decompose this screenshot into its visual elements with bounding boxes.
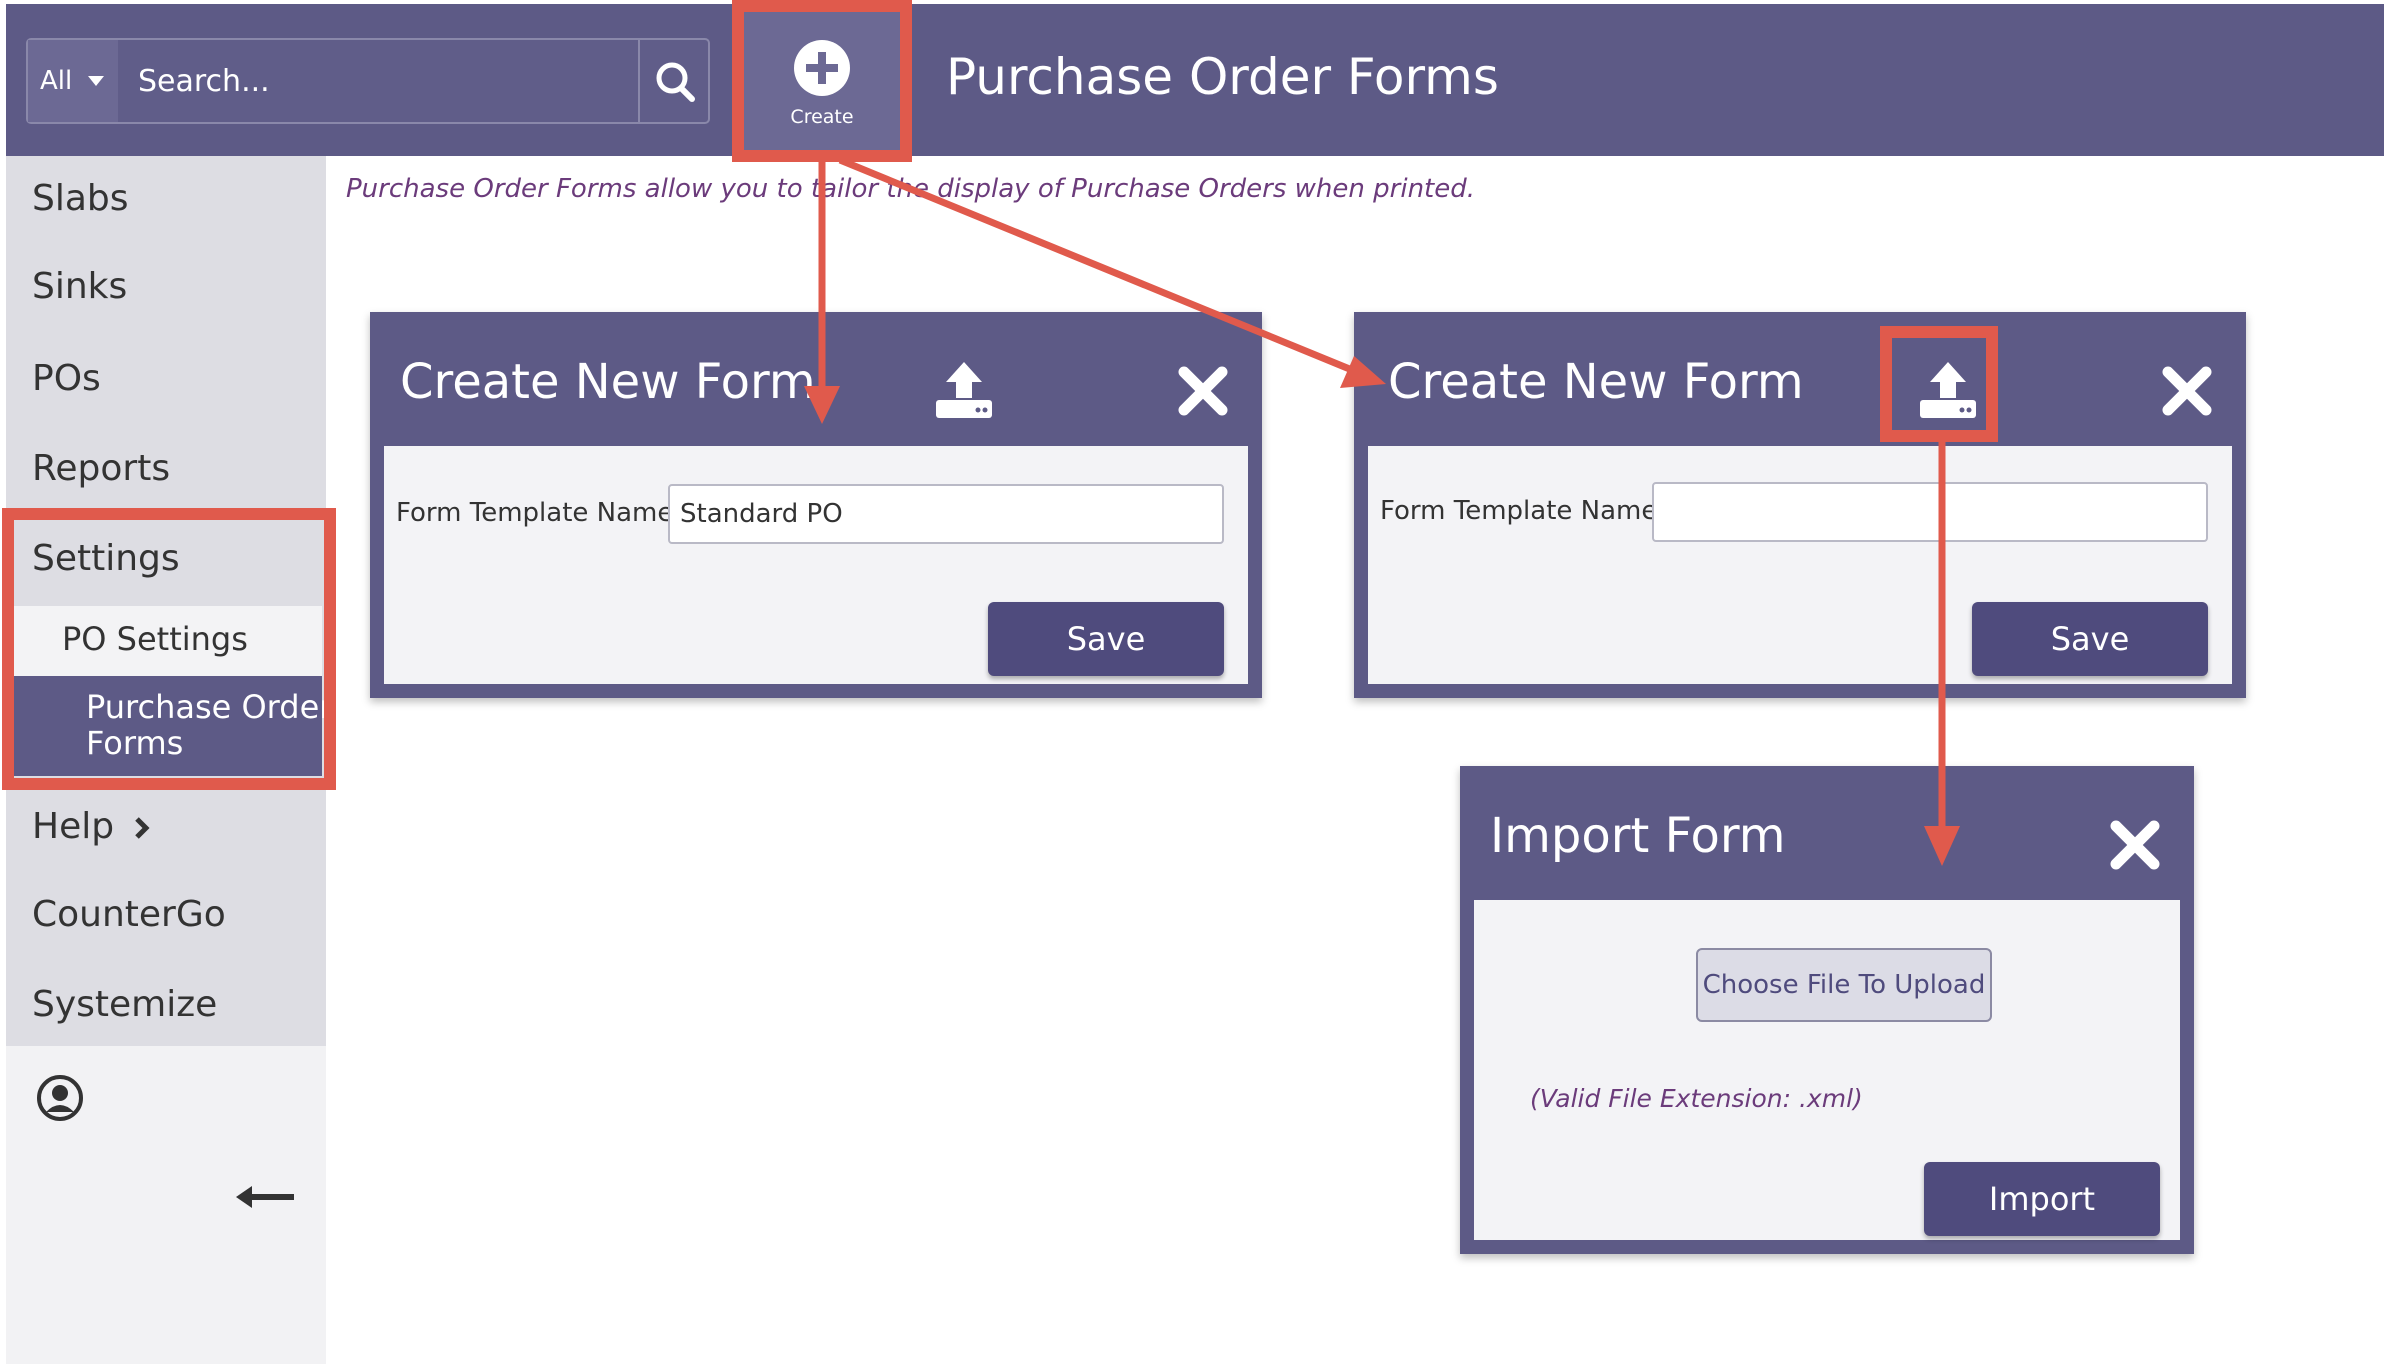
annotation-arrows: [804, 156, 1960, 866]
